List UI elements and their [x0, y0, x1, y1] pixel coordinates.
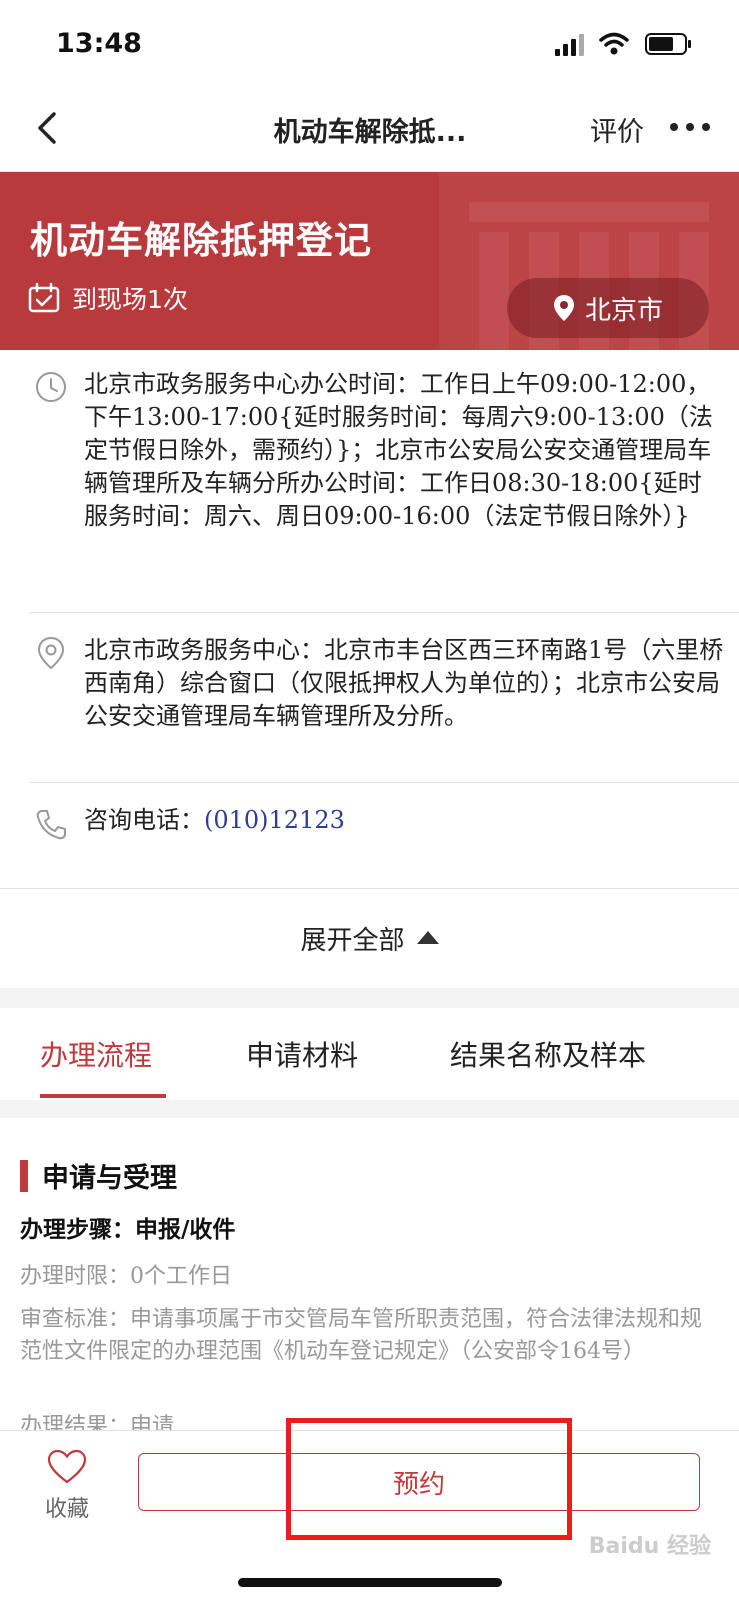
- battery-icon: [645, 33, 691, 55]
- address-row: 北京市政务服务中心：北京市丰台区西三环南路1号（六里桥西南角）综合窗口（仅限抵押…: [30, 634, 739, 774]
- section-marker: [20, 1160, 28, 1192]
- time-limit: 办理时限：0个工作日: [20, 1264, 232, 1289]
- phone-number-link[interactable]: (010)12123: [204, 806, 345, 834]
- calendar-check-icon: [28, 283, 60, 313]
- back-icon[interactable]: [30, 106, 70, 150]
- office-hours-row: 北京市政务服务中心办公时间：工作日上午09:00-12:00，下午13:00-1…: [30, 368, 739, 608]
- wifi-icon: [599, 32, 629, 55]
- divider: [30, 612, 739, 613]
- process-result: 办理结果：申请: [20, 1414, 175, 1430]
- nav-bar: 机动车解除抵... 评价: [0, 90, 739, 172]
- phone-row[interactable]: 咨询电话：(010)12123: [30, 802, 739, 862]
- service-info-card: 北京市政务服务中心办公时间：工作日上午09:00-12:00，下午13:00-1…: [0, 350, 739, 888]
- review-button[interactable]: 评价: [590, 110, 644, 149]
- signal-icon: [555, 34, 584, 56]
- map-pin-icon: [37, 636, 65, 670]
- clock-icon: [36, 372, 66, 402]
- visit-count: 到现场1次: [28, 280, 188, 316]
- status-icons: [555, 32, 695, 58]
- visit-count-label: 到现场1次: [72, 285, 188, 314]
- city-selector[interactable]: 北京市: [507, 278, 709, 338]
- home-indicator[interactable]: [238, 1578, 502, 1587]
- office-hours-text: 北京市政务服务中心办公时间：工作日上午09:00-12:00，下午13:00-1…: [84, 370, 713, 530]
- process-section: 申请与受理 办理步骤：申报/收件 办理时限：0个工作日 审查标准：申请事项属于市…: [0, 1118, 739, 1430]
- more-icon[interactable]: [668, 112, 712, 142]
- phone-icon: [36, 810, 66, 840]
- status-time: 13:48: [56, 28, 142, 59]
- service-title: 机动车解除抵押登记: [30, 219, 372, 262]
- tab-materials[interactable]: 申请材料: [246, 1034, 358, 1074]
- favorite-label: 收藏: [44, 1497, 89, 1522]
- heart-icon: [47, 1449, 87, 1484]
- divider: [30, 782, 739, 783]
- expand-all-button[interactable]: 展开全部: [0, 888, 739, 988]
- status-bar: 13:48: [0, 0, 739, 90]
- process-step: 办理步骤：申报/收件: [20, 1217, 236, 1243]
- tab-results[interactable]: 结果名称及样本: [450, 1034, 646, 1074]
- detail-tabs: 办理流程 申请材料 结果名称及样本: [0, 1008, 739, 1100]
- favorite-button[interactable]: 收藏: [36, 1449, 98, 1525]
- annotation-highlight-box: [286, 1418, 572, 1540]
- page-title: 机动车解除抵...: [273, 117, 467, 148]
- phone-label: 咨询电话：: [84, 806, 204, 834]
- city-label: 北京市: [584, 295, 663, 326]
- tab-process[interactable]: 办理流程: [40, 1034, 152, 1074]
- watermark: Baidu 经验: [588, 1534, 711, 1559]
- review-criteria: 审查标准：申请事项属于市交管局车管所职责范围，符合法律法规和规范性文件限定的办理…: [20, 1307, 703, 1364]
- section-title: 申请与受理: [42, 1163, 177, 1194]
- triangle-up-icon: [416, 931, 439, 944]
- address-text: 北京市政务服务中心：北京市丰台区西三环南路1号（六里桥西南角）综合窗口（仅限抵押…: [84, 636, 724, 730]
- active-tab-indicator: [40, 1094, 166, 1098]
- location-pin-icon: [553, 295, 574, 321]
- phone-text: 咨询电话：(010)12123: [84, 804, 724, 837]
- service-banner: 机动车解除抵押登记 到现场1次 北京市: [0, 172, 739, 350]
- expand-all-label: 展开全部: [300, 926, 405, 956]
